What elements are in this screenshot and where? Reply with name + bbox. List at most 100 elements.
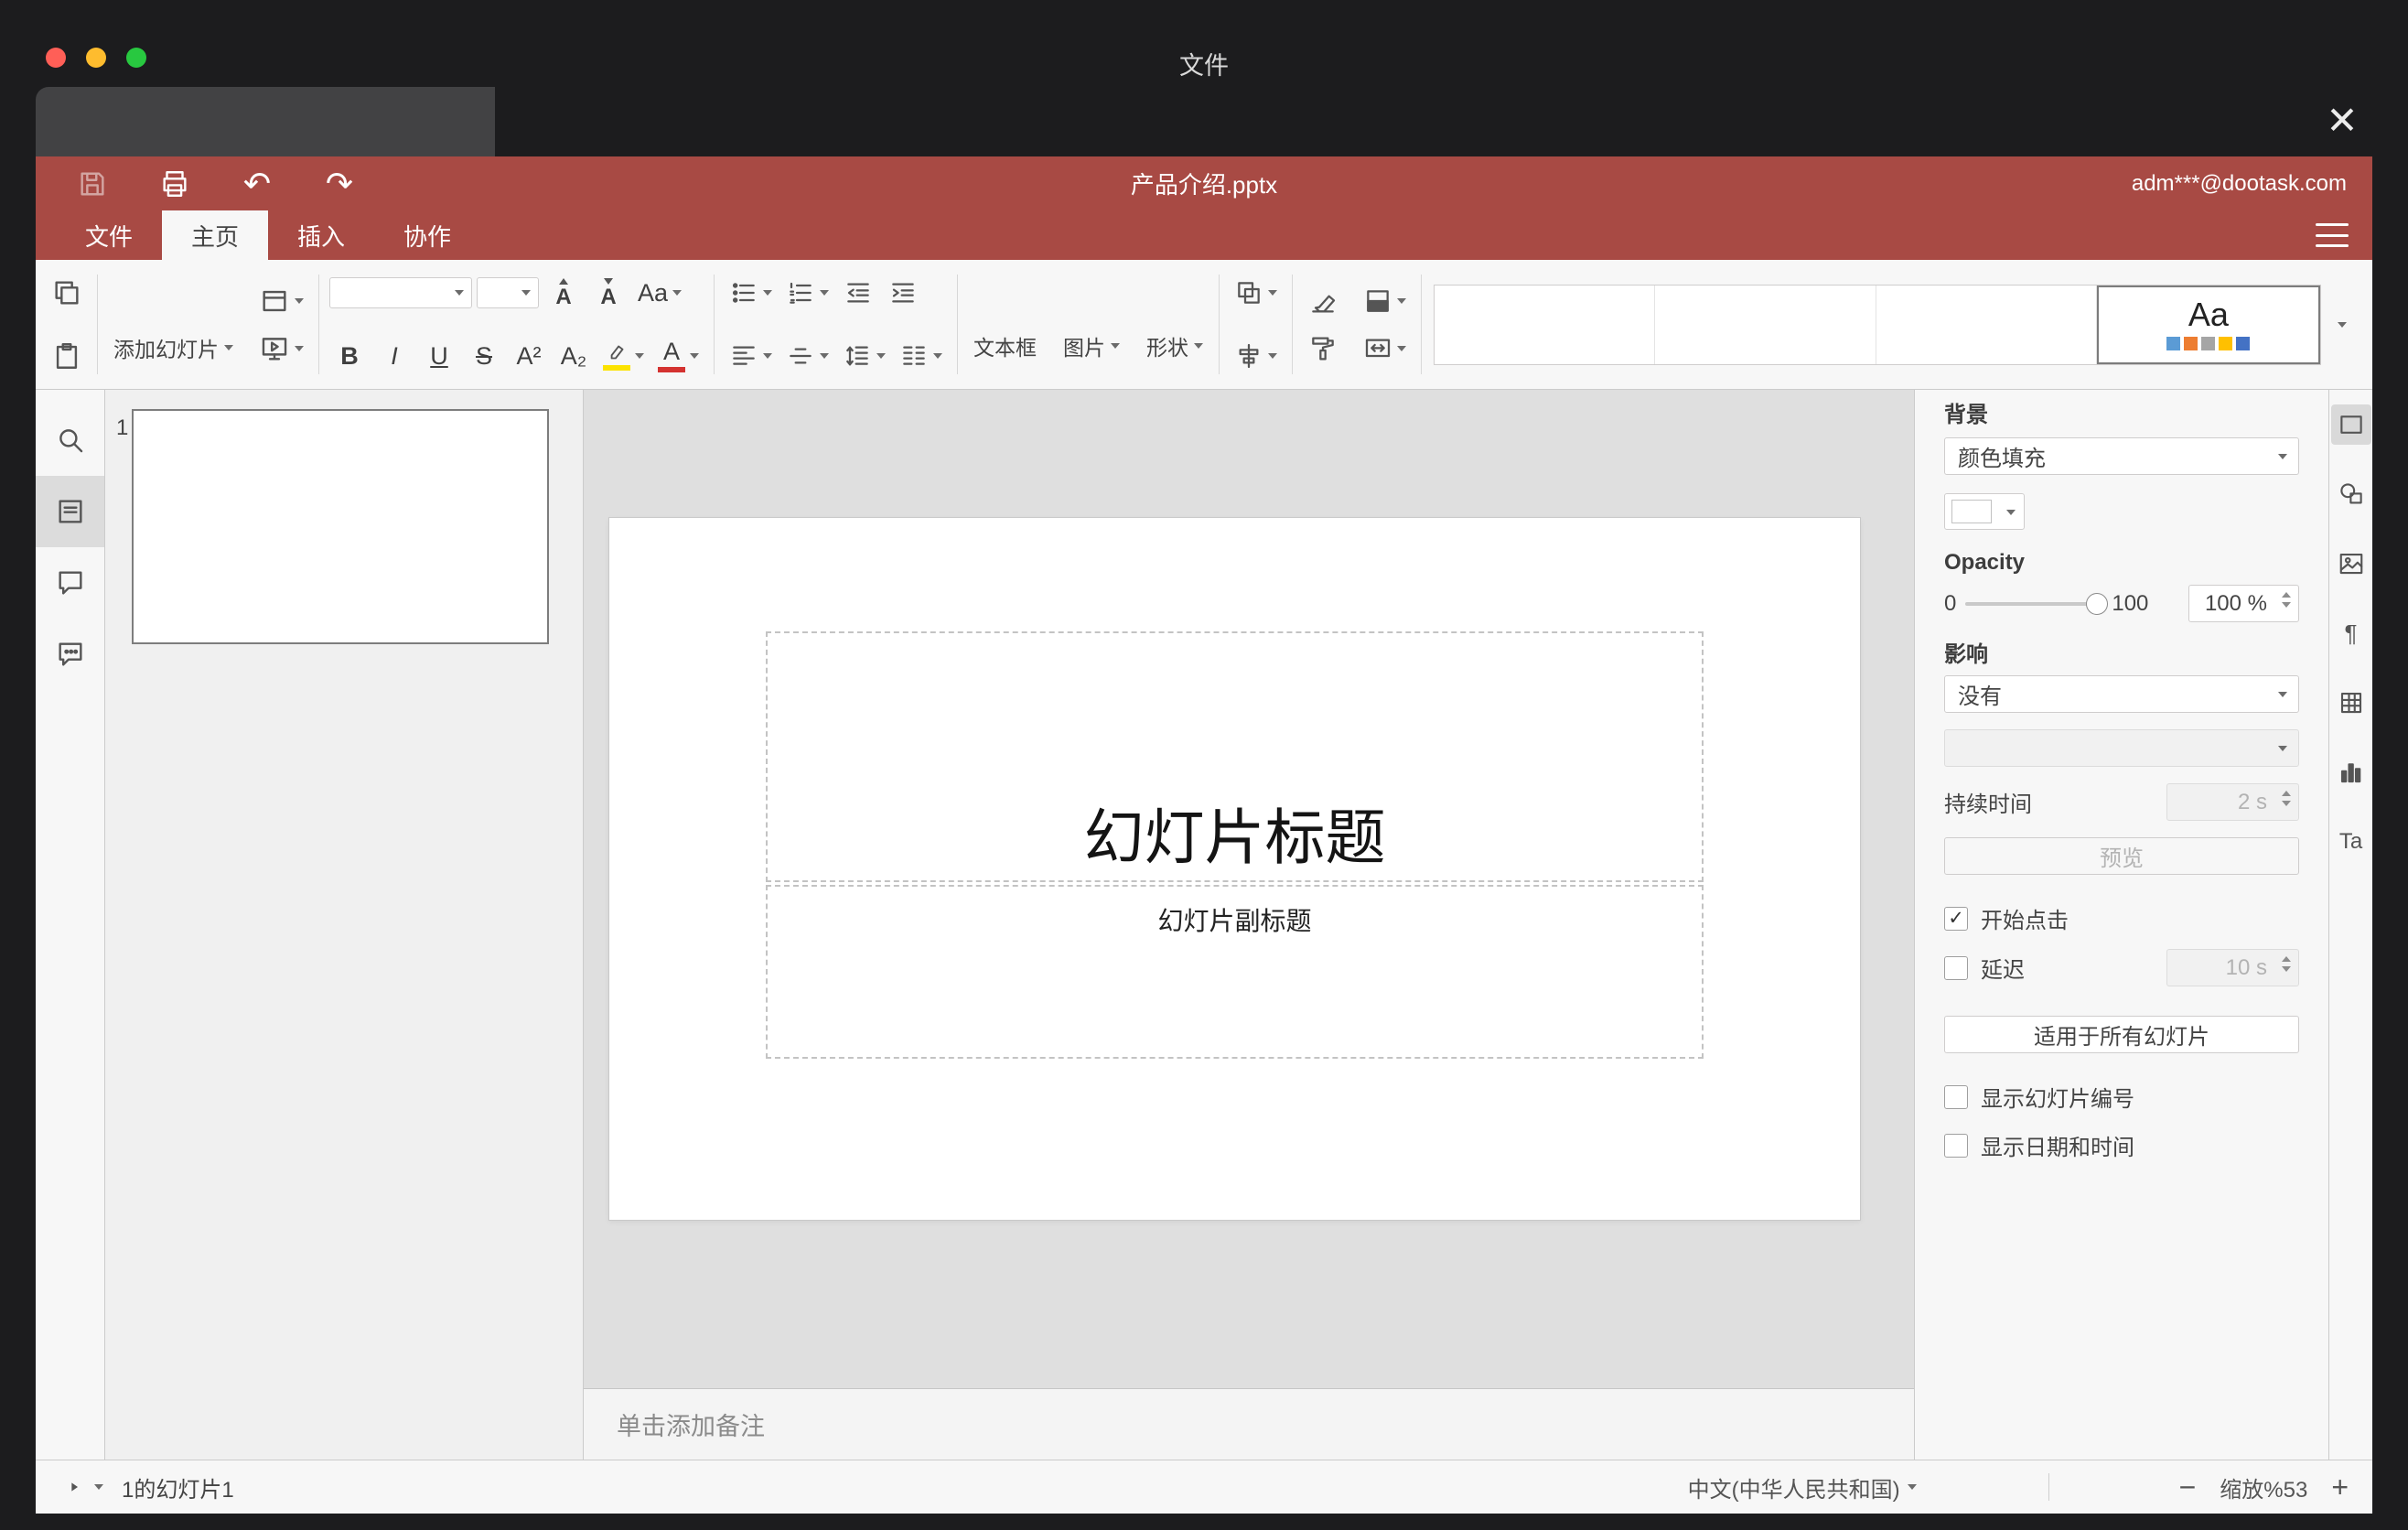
slide-surface[interactable]: 幻灯片标题 幻灯片副标题 [609,518,1860,1220]
background-fill-select[interactable]: 颜色填充 [1944,437,2299,475]
paragraph-settings-tab[interactable]: ¶ [2331,613,2371,653]
superscript-button[interactable]: A² [509,332,549,380]
save-button[interactable] [72,164,113,204]
tab-file[interactable]: 文件 [56,210,162,260]
show-date-time-checkbox[interactable] [1944,1133,1968,1158]
text-art-settings-tab[interactable]: Ta [2331,822,2371,862]
bold-button[interactable]: B [329,332,370,380]
slides-panel-button[interactable] [36,476,104,547]
arrange-objects-button[interactable] [1230,269,1282,317]
decrease-font-button[interactable]: A [588,269,629,317]
search-button[interactable] [36,404,104,476]
chevron-down-icon [690,353,699,359]
close-icon[interactable]: ✕ [2317,95,2368,146]
table-settings-tab[interactable] [2331,683,2371,723]
menu-icon[interactable] [2316,223,2349,247]
slide-settings-tab[interactable] [2330,404,2371,445]
show-slide-number-checkbox[interactable] [1944,1084,1968,1109]
strikethrough-button[interactable]: S [464,332,504,380]
horizontal-align-button[interactable] [725,332,777,380]
tab-home[interactable]: 主页 [162,210,269,260]
duration-input[interactable]: 2 s [2166,783,2299,821]
shape-fill-button[interactable] [1359,277,1411,325]
start-slideshow-button[interactable] [254,325,308,372]
fill-color-picker[interactable] [1944,493,2025,530]
tab-insert[interactable]: 插入 [268,210,374,260]
theme-item[interactable] [1655,285,1876,364]
undo-button[interactable]: ↶ [237,164,277,204]
vertical-align-button[interactable] [781,332,833,380]
theme-item[interactable] [1876,285,2097,364]
increase-font-button[interactable]: A [543,269,584,317]
text-box-button[interactable]: 文本框 [962,287,1048,361]
opacity-slider-knob[interactable] [2086,592,2109,615]
insert-image-button[interactable]: 图片 [1052,287,1131,361]
slide-layout-button[interactable] [254,277,308,325]
copy-style-button[interactable] [1303,325,1343,372]
font-name-combo[interactable] [329,277,472,308]
slide-thumbnail-1[interactable] [132,409,549,644]
align-left-icon [733,346,755,365]
delay-checkbox[interactable] [1944,955,1968,980]
subtitle-placeholder[interactable]: 幻灯片副标题 [766,885,1704,1059]
title-placeholder[interactable]: 幻灯片标题 [766,631,1704,882]
clear-style-button[interactable] [1303,277,1343,325]
insert-shape-button[interactable]: 形状 [1135,287,1214,361]
line-spacing-button[interactable] [838,332,890,380]
tab-collaboration[interactable]: 协作 [374,210,480,260]
copy-button[interactable] [47,269,87,317]
notes-area[interactable]: 单击添加备注 [584,1388,1914,1460]
zoom-value[interactable]: 缩放%53 [2220,1471,2307,1503]
italic-button[interactable]: I [374,332,414,380]
slide-size-button[interactable] [1359,325,1411,372]
opacity-value: 100 % [2204,590,2267,616]
decrease-indent-button[interactable] [838,269,878,317]
redo-button[interactable]: ↷ [319,164,360,204]
opacity-slider[interactable] [1965,592,2109,615]
align-objects-button[interactable] [1230,332,1282,380]
theme-item[interactable] [1435,285,1656,364]
start-on-click-checkbox[interactable]: ✓ [1944,906,1968,931]
image-settings-tab[interactable] [2331,544,2371,584]
increase-indent-button[interactable] [883,269,923,317]
change-case-button[interactable]: Aa [633,269,686,317]
underline-button[interactable]: U [419,332,459,380]
effect-select[interactable]: 没有 [1944,675,2299,713]
spinner-arrows-icon[interactable] [2282,592,2291,608]
delay-input[interactable]: 10 s [2166,949,2299,986]
language-selector[interactable]: 中文(中华人民共和国) [1688,1471,1917,1503]
fit-slide-button[interactable] [2073,1472,2102,1502]
feedback-button[interactable] [36,619,104,690]
font-color-button[interactable]: A [653,332,704,380]
spinner-arrows-icon[interactable] [2282,791,2291,806]
comments-button[interactable] [36,547,104,619]
add-slide-button[interactable]: 添加幻灯片 [102,286,244,363]
bullet-list-button[interactable] [725,269,777,317]
paste-button[interactable] [47,332,87,380]
preview-button[interactable]: 预览 [1944,837,2299,875]
apply-to-all-button[interactable]: 适用于所有幻灯片 [1944,1016,2299,1053]
subscript-button[interactable]: A₂ [554,332,594,380]
zoom-in-button[interactable]: + [2331,1472,2349,1502]
theme-gallery-expand-button[interactable] [2321,285,2363,365]
theme-item-selected[interactable]: Aa [2096,285,2320,364]
columns-button[interactable] [895,332,947,380]
shape-label: 形状 [1146,336,1188,360]
print-button[interactable] [155,164,195,204]
start-preview-button[interactable] [59,1472,103,1502]
italic-icon: I [391,341,398,370]
set-language-button[interactable] [1940,1472,1970,1502]
shape-settings-tab[interactable] [2331,474,2371,514]
slide-settings-panel: 背景 颜色填充 Opacity 0 100 100 % 影响 没有 持续时间 2… [1914,390,2328,1460]
font-size-combo[interactable] [477,277,539,308]
zoom-out-button[interactable]: − [2179,1472,2197,1502]
opacity-input[interactable]: 100 % [2188,585,2299,622]
fit-width-button[interactable] [2126,1472,2155,1502]
chart-settings-tab[interactable] [2331,752,2371,792]
effect-option-select[interactable] [1944,729,2299,767]
spinner-arrows-icon[interactable] [2282,956,2291,972]
numbered-list-button[interactable] [781,269,833,317]
highlight-color-button[interactable] [598,332,649,380]
spellcheck-icon [1994,1471,2025,1503]
spellcheck-button[interactable] [1994,1471,2025,1503]
